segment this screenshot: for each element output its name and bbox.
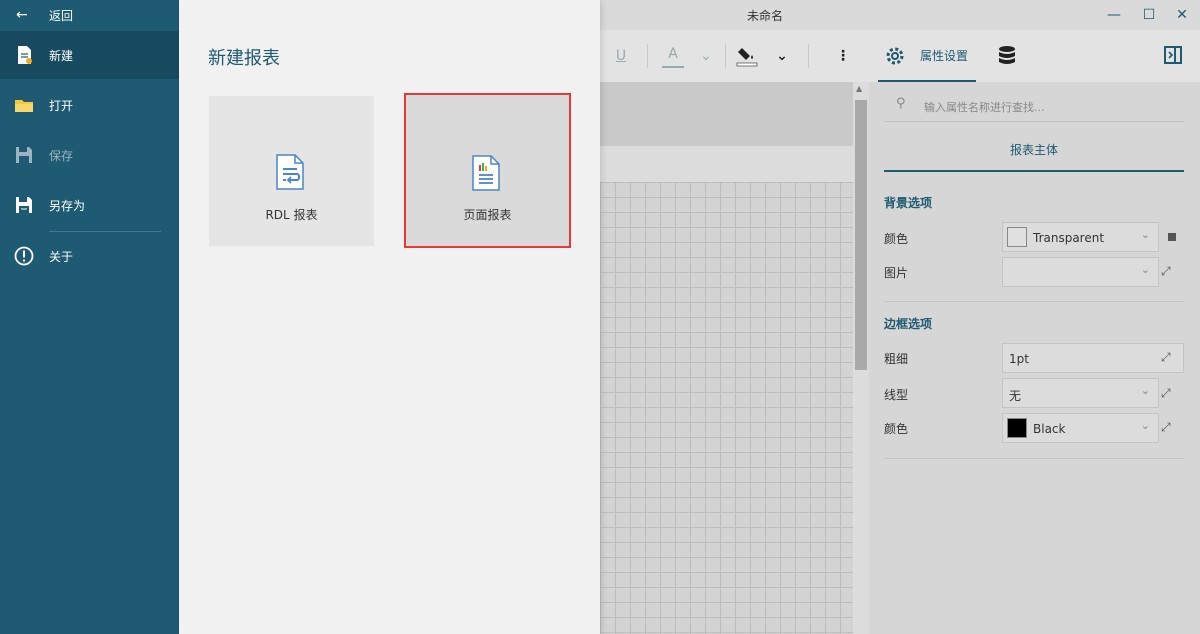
arrow-left-icon: ← bbox=[16, 7, 28, 23]
scrollbar-thumb[interactable] bbox=[855, 100, 867, 370]
folder-icon bbox=[15, 100, 33, 112]
properties-panel: ⚲ 输入属性名称进行查找... 报表主体 背景选项 颜色 Transparent… bbox=[869, 82, 1200, 634]
border-color-value: Black bbox=[1033, 422, 1066, 436]
font-color-button[interactable]: A bbox=[662, 44, 684, 68]
page-report-icon bbox=[472, 155, 500, 191]
chevron-down-icon[interactable]: ⌄ bbox=[698, 44, 714, 68]
more-icon[interactable]: ⋮ bbox=[836, 44, 850, 68]
bg-color-indicator[interactable] bbox=[1168, 233, 1176, 241]
sidebar-item-label: 另存为 bbox=[49, 199, 86, 213]
sidebar-item-label: 新建 bbox=[49, 49, 74, 63]
background-group-title: 背景选项 bbox=[884, 196, 933, 210]
bg-color-label: 颜色 bbox=[884, 232, 909, 246]
property-search[interactable]: ⚲ 输入属性名称进行查找... bbox=[884, 88, 1184, 122]
expand-icon[interactable]: ⤢ bbox=[1161, 264, 1171, 279]
tab-properties-label: 属性设置 bbox=[920, 49, 969, 63]
info-icon bbox=[14, 246, 34, 266]
expand-icon[interactable]: ⤢ bbox=[1161, 386, 1171, 401]
tab-properties[interactable]: 属性设置 bbox=[878, 30, 976, 82]
page-report-card[interactable]: 页面报表 bbox=[404, 93, 571, 248]
card-label: 页面报表 bbox=[463, 208, 512, 222]
file-menu-sidebar: ← 返回 新建 打开 保存 另存为 关于 bbox=[0, 0, 179, 634]
maximize-icon[interactable]: ☐ bbox=[1140, 6, 1158, 24]
design-grid[interactable] bbox=[600, 182, 853, 634]
bg-color-value: Transparent bbox=[1033, 231, 1105, 245]
save-icon bbox=[16, 147, 32, 163]
expand-icon[interactable]: ⤢ bbox=[1161, 350, 1171, 365]
chevron-down-icon[interactable]: ⌄ bbox=[774, 44, 790, 68]
new-report-panel: 新建报表 RDL 报表 页面报表 bbox=[179, 0, 600, 634]
save-as-icon bbox=[16, 197, 32, 213]
sidebar-item-label: 打开 bbox=[49, 99, 74, 113]
border-color-select[interactable]: Black ⌄ bbox=[1002, 413, 1159, 443]
border-width-label: 粗细 bbox=[884, 352, 909, 366]
border-style-value: 无 bbox=[1009, 389, 1022, 403]
sidebar-item-label: 关于 bbox=[49, 250, 74, 264]
sidebar-item-save[interactable]: 保存 bbox=[0, 131, 179, 179]
sidebar-item-open[interactable]: 打开 bbox=[0, 81, 179, 129]
chevron-down-icon: ⌄ bbox=[1140, 384, 1150, 397]
underline-button[interactable]: U bbox=[614, 44, 628, 68]
expand-icon[interactable]: ⤢ bbox=[1161, 420, 1171, 435]
color-swatch bbox=[1007, 418, 1027, 438]
color-swatch bbox=[1007, 227, 1027, 247]
scroll-up-icon[interactable]: ▲ bbox=[856, 84, 862, 93]
page-title: 新建报表 bbox=[208, 48, 280, 69]
border-style-select[interactable]: 无 ⌄ bbox=[1002, 378, 1159, 408]
chevron-down-icon: ⌄ bbox=[1140, 263, 1150, 276]
vertical-scrollbar[interactable]: ▲ bbox=[853, 82, 869, 634]
close-icon[interactable]: ✕ bbox=[1173, 6, 1191, 24]
back-button[interactable]: ← 返回 bbox=[0, 0, 179, 30]
toolbar: U A ⌄ ⌄ ⋮ 属性设置 bbox=[600, 30, 1200, 82]
rdl-report-icon bbox=[276, 154, 304, 190]
divider bbox=[884, 301, 1184, 302]
fill-color-icon[interactable] bbox=[736, 44, 758, 68]
border-width-field[interactable]: 1pt bbox=[1002, 343, 1184, 373]
database-icon[interactable] bbox=[997, 45, 1017, 67]
bg-color-select[interactable]: Transparent ⌄ bbox=[1002, 222, 1159, 252]
bg-image-label: 图片 bbox=[884, 266, 909, 280]
border-width-value: 1pt bbox=[1009, 352, 1029, 366]
border-color-label: 颜色 bbox=[884, 422, 909, 436]
divider bbox=[884, 458, 1184, 459]
toolbar-divider bbox=[808, 44, 809, 68]
chevron-down-icon: ⌄ bbox=[1140, 228, 1150, 241]
minimize-icon[interactable]: — bbox=[1105, 6, 1123, 24]
tab-report-body[interactable]: 报表主体 bbox=[884, 132, 1184, 172]
design-canvas[interactable] bbox=[600, 82, 853, 634]
page-header-band bbox=[600, 146, 853, 182]
gear-icon bbox=[886, 47, 904, 65]
chevron-down-icon: ⌄ bbox=[1140, 419, 1150, 432]
rdl-report-card[interactable]: RDL 报表 bbox=[209, 96, 374, 246]
search-icon: ⚲ bbox=[896, 96, 906, 111]
card-label: RDL 报表 bbox=[265, 208, 318, 222]
border-style-label: 线型 bbox=[884, 388, 909, 402]
toolbar-divider bbox=[725, 44, 726, 68]
toolbar-divider bbox=[647, 44, 648, 68]
border-group-title: 边框选项 bbox=[884, 317, 933, 331]
panel-toggle-icon[interactable] bbox=[1164, 46, 1182, 64]
sidebar-item-new[interactable]: 新建 bbox=[0, 31, 179, 79]
sidebar-item-about[interactable]: 关于 bbox=[0, 232, 179, 280]
new-file-icon bbox=[18, 46, 32, 64]
bg-image-select[interactable]: ⌄ bbox=[1002, 257, 1159, 287]
search-input[interactable]: 输入属性名称进行查找... bbox=[924, 99, 1045, 115]
sidebar-item-label: 保存 bbox=[49, 149, 74, 163]
sidebar-item-save-as[interactable]: 另存为 bbox=[0, 181, 179, 229]
back-label: 返回 bbox=[49, 9, 74, 23]
